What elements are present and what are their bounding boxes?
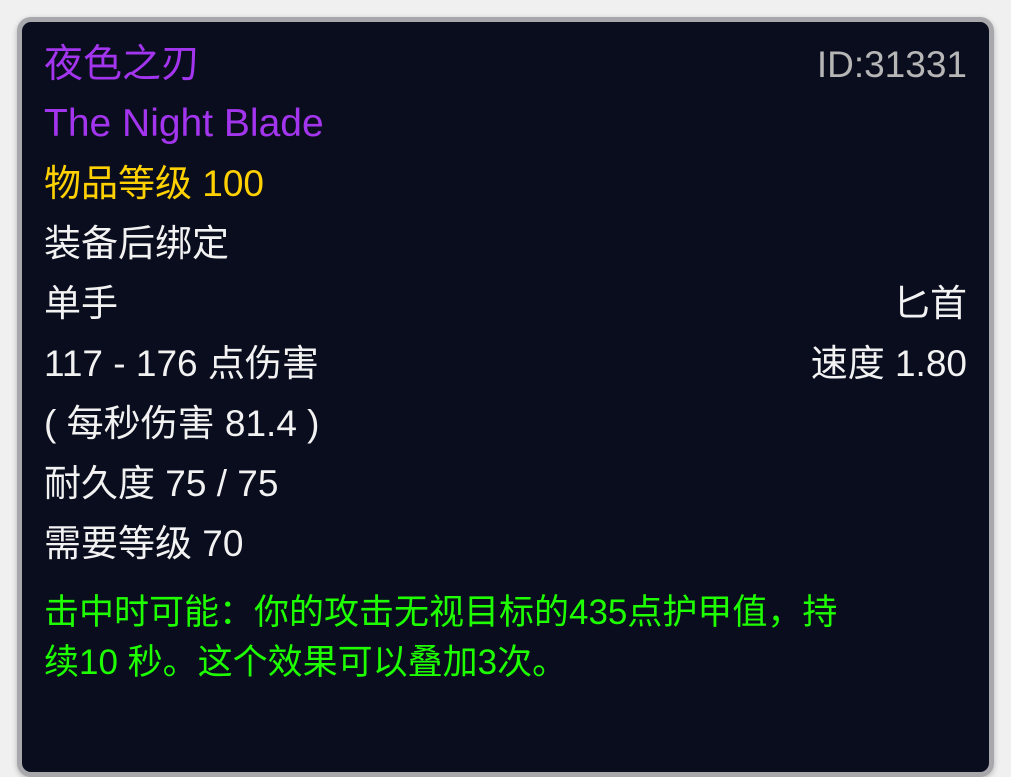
weapon-type-label: 匕首	[893, 283, 967, 324]
tooltip-content: 夜色之刃 ID:31331 The Night Blade 物品等级 100 装…	[22, 22, 989, 688]
item-level-label: 物品等级 100	[44, 163, 265, 204]
item-name-english-row: The Night Blade	[44, 94, 967, 154]
item-name-english: The Night Blade	[44, 102, 324, 145]
required-level-row: 需要等级 70	[44, 514, 967, 574]
item-id-label: ID:31331	[816, 44, 967, 85]
weapon-slot-row: 单手 匕首	[44, 274, 967, 334]
bind-type-row: 装备后绑定	[44, 214, 967, 274]
damage-range-label: 117 - 176 点伤害	[44, 343, 319, 384]
durability-row: 耐久度 75 / 75	[44, 454, 967, 514]
screen-root: 夜色之刃 ID:31331 The Night Blade 物品等级 100 装…	[0, 0, 1011, 777]
weapon-speed-label: 速度 1.80	[810, 343, 967, 384]
tooltip-title-row: 夜色之刃 ID:31331	[44, 36, 967, 94]
item-effect-line-2: 续10 秒。这个效果可以叠加3次。	[44, 643, 568, 682]
required-level-label: 需要等级 70	[44, 523, 244, 564]
damage-speed-row: 117 - 176 点伤害 速度 1.80	[44, 334, 967, 394]
durability-label: 耐久度 75 / 75	[44, 463, 279, 504]
item-effect-line-1: 击中时可能：你的攻击无视目标的435点护甲值，持	[44, 593, 838, 632]
bind-type-label: 装备后绑定	[44, 223, 229, 264]
dps-row: ( 每秒伤害 81.4 )	[44, 394, 967, 454]
hand-type-label: 单手	[44, 283, 118, 324]
item-name-chinese: 夜色之刃	[44, 43, 201, 86]
dps-label: ( 每秒伤害 81.4 )	[44, 403, 320, 444]
item-level-row: 物品等级 100	[44, 154, 967, 214]
item-tooltip-panel: 夜色之刃 ID:31331 The Night Blade 物品等级 100 装…	[17, 17, 994, 777]
item-effect-text: 击中时可能：你的攻击无视目标的435点护甲值，持 续10 秒。这个效果可以叠加3…	[44, 588, 944, 688]
